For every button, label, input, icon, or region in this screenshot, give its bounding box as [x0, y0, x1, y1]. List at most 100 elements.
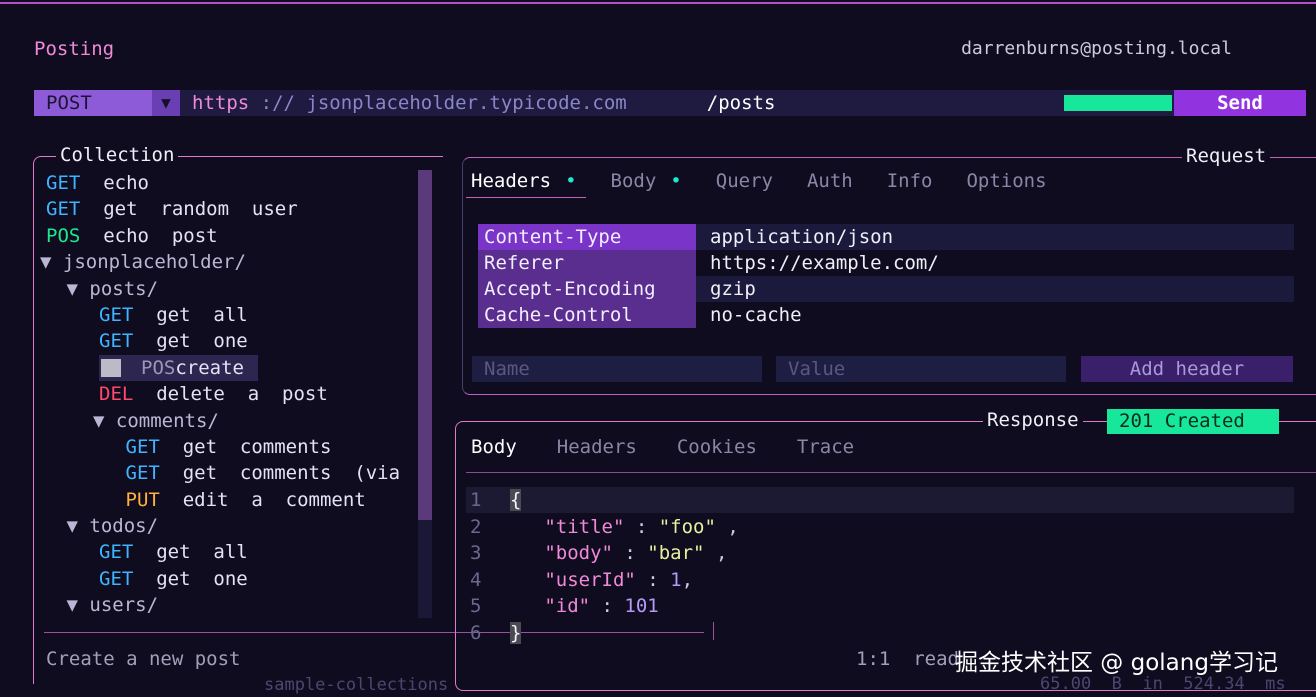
header-value: https://example.com/ — [710, 252, 939, 274]
tree-folder[interactable]: ▼ posts/ — [40, 276, 420, 302]
response-tab-trace[interactable]: Trace — [797, 436, 854, 458]
tab-query[interactable]: Query — [716, 170, 773, 192]
watermark: 掘金技术社区 @ golang学习记 — [955, 650, 1278, 676]
tree-folder[interactable]: ▼ users/ — [40, 592, 420, 618]
json-colon: : — [624, 515, 659, 538]
collection-name: sample-collections — [264, 675, 449, 695]
folder-label: ▼ users/ — [66, 594, 159, 617]
tree-request[interactable]: PUT edit a comment — [40, 487, 420, 513]
tree-request[interactable]: DEL delete a post — [40, 381, 420, 407]
tree-folder[interactable]: ▼ comments/ — [40, 408, 420, 434]
header-value: application/json — [710, 226, 894, 248]
json-comma: , — [715, 515, 739, 538]
tab-info[interactable]: Info — [887, 170, 933, 192]
json-comma: , — [704, 542, 728, 564]
header-key: Cache-Control — [478, 302, 696, 328]
tab-label: Info — [886, 170, 933, 192]
json-value: "bar" — [647, 542, 705, 564]
tab-label: Body — [610, 170, 657, 192]
request-label: get one — [156, 567, 248, 590]
tree-request[interactable]: GET get one — [40, 328, 420, 354]
header-row[interactable]: Referer https://example.com/ — [478, 250, 1294, 276]
header-row[interactable]: Accept-Encoding gzip — [478, 276, 1294, 302]
tree-request[interactable]: POScreate — [40, 354, 420, 381]
add-header-button[interactable]: Add header — [1081, 356, 1293, 382]
method-badge: PUT — [125, 488, 160, 511]
method-badge: GET — [99, 541, 134, 564]
tree-folder[interactable]: ▼ jsonplaceholder/ — [40, 249, 420, 275]
status-badge: 201 Created — [1107, 409, 1279, 434]
json-key: "userId" — [544, 568, 636, 591]
line-number: 4 — [470, 568, 482, 591]
response-tab-headers[interactable]: Headers — [557, 436, 637, 458]
tree-folder[interactable]: ▼ todos/ — [40, 513, 420, 539]
code-line: 5 "id" : 101 — [470, 593, 739, 620]
code-line: 1{ — [470, 487, 739, 514]
code-line: 3 "body" : "bar" , — [470, 540, 739, 567]
url-path: /posts — [706, 92, 776, 114]
request-tabs: Headers • Body • Query Auth Info Options — [471, 170, 1081, 192]
folder-label: ▼ posts/ — [66, 277, 159, 300]
method-badge: GET — [99, 567, 134, 590]
response-body[interactable]: 1{2 "title" : "foo" ,3 "body" : "bar" ,4… — [470, 487, 739, 646]
header-row[interactable]: Content-Type application/json — [478, 224, 1294, 250]
code-line: 6} — [470, 620, 739, 647]
editor-mode: read — [913, 648, 959, 670]
user-identity: darrenburns@posting.local — [961, 38, 1232, 59]
send-button[interactable]: Send — [1174, 90, 1306, 116]
cursor-block-icon — [101, 359, 121, 378]
header-value: no-cache — [710, 304, 802, 326]
url-input[interactable]: https :// jsonplaceholder.typicode.com /… — [192, 90, 775, 116]
method-badge: GET — [46, 172, 81, 194]
header-key: Referer — [478, 250, 696, 276]
header-row[interactable]: Cache-Control no-cache — [478, 302, 1294, 328]
url-separator: :// — [249, 92, 307, 114]
tab-body[interactable]: Body • — [611, 170, 682, 192]
tree-request[interactable]: GET get all — [40, 302, 420, 328]
tree-request[interactable]: GET get all — [40, 539, 420, 565]
url-host: jsonplaceholder.typicode.com — [306, 92, 627, 114]
json-colon: : — [612, 542, 648, 564]
request-label: get comments — [182, 435, 332, 458]
cursor-position: 1:1 — [856, 648, 891, 670]
tree-request[interactable]: GET get one — [40, 566, 420, 592]
header-value: gzip — [710, 278, 756, 300]
response-title: Response — [983, 409, 1083, 431]
request-label: echo — [103, 172, 149, 194]
tab-options[interactable]: Options — [966, 170, 1046, 192]
tree-request[interactable]: GET get comments — [40, 434, 420, 460]
tab-auth[interactable]: Auth — [807, 170, 853, 192]
url-bar: POST ▼ https :// jsonplaceholder.typicod… — [34, 90, 1306, 116]
code-line: 4 "userId" : 1, — [470, 567, 739, 594]
request-label: create — [175, 356, 244, 379]
chevron-down-icon[interactable]: ▼ — [152, 90, 180, 116]
tree-request[interactable]: GET echo — [40, 170, 420, 196]
collection-scrollbar-thumb[interactable] — [418, 170, 432, 520]
response-size: 65.00 B in 524.34 ms — [1040, 674, 1286, 694]
method-badge: DEL — [99, 383, 134, 406]
json-key: "title" — [544, 515, 625, 538]
header-name-input[interactable]: Name — [472, 356, 762, 382]
response-tab-divider — [466, 472, 1316, 473]
selected-request[interactable]: POScreate — [99, 354, 258, 381]
request-label: get one — [156, 330, 248, 353]
response-tab-cookies[interactable]: Cookies — [677, 436, 757, 458]
tab-label: Options — [966, 170, 1047, 192]
request-label: get all — [156, 541, 248, 564]
brace: { — [510, 489, 522, 511]
tree-request[interactable]: GET get random user — [40, 196, 420, 222]
method-badge: GET — [125, 435, 160, 458]
tree-request[interactable]: GET get comments (via — [40, 460, 420, 486]
tab-headers[interactable]: Headers • — [471, 170, 577, 192]
headers-table: Content-Type application/json Referer https… — [478, 224, 1294, 328]
tree-request[interactable]: POS echo post — [40, 223, 420, 249]
response-tab-body[interactable]: Body — [471, 436, 517, 458]
code-line: 2 "title" : "foo" , — [470, 514, 739, 541]
header-value-input[interactable]: Value — [776, 356, 1066, 382]
